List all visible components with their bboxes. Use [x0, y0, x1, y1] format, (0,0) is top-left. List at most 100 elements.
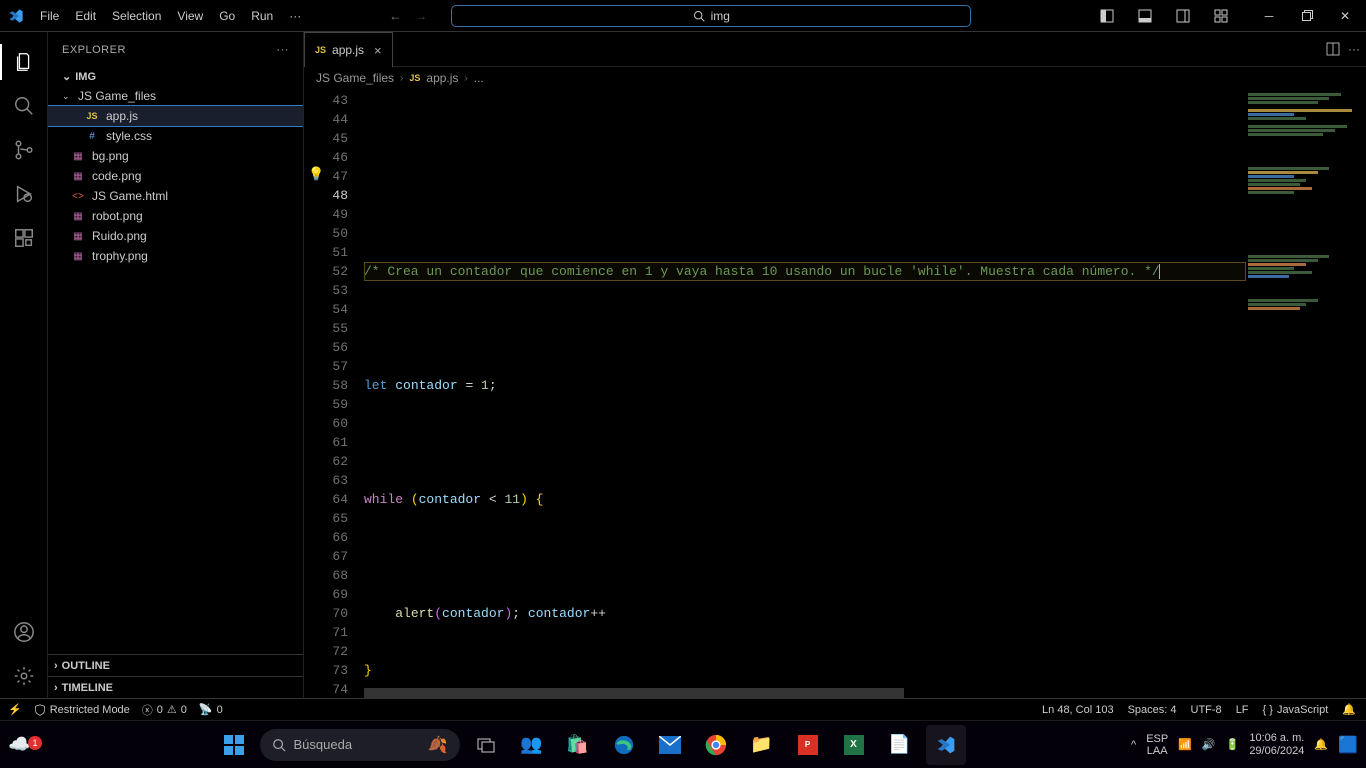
layout-customize-icon[interactable]: [1204, 0, 1238, 32]
explorer-more-icon[interactable]: ···: [277, 44, 290, 56]
breadcrumb-symbol[interactable]: ...: [474, 71, 484, 85]
command-center-search[interactable]: img: [451, 5, 971, 27]
file-tree: ⌄ JS Game_files JS app.js # style.css ▦ …: [48, 86, 303, 654]
notification-bell-icon[interactable]: 🔔: [1314, 738, 1328, 751]
minimap[interactable]: [1246, 89, 1366, 698]
titlebar: File Edit Selection View Go Run ··· ← → …: [0, 0, 1366, 32]
close-icon[interactable]: ✕: [1328, 0, 1362, 32]
timeline-section[interactable]: › TIMELINE: [48, 676, 303, 698]
nav-back-icon[interactable]: ←: [389, 9, 401, 23]
file-item-gamehtml[interactable]: <> JS Game.html: [48, 186, 303, 206]
outline-label: OUTLINE: [62, 660, 110, 672]
css-file-icon: #: [84, 128, 100, 144]
root-folder[interactable]: ⌄ IMG: [48, 67, 303, 86]
image-file-icon: ▦: [70, 168, 86, 184]
minimize-icon[interactable]: ─: [1252, 0, 1286, 32]
language-mode[interactable]: { }JavaScript: [1263, 704, 1329, 716]
battery-icon[interactable]: 🔋: [1226, 738, 1240, 751]
image-file-icon: ▦: [70, 208, 86, 224]
menu-view[interactable]: View: [169, 3, 211, 29]
edge-icon[interactable]: [604, 725, 644, 765]
weather-widget[interactable]: ☁️ 1: [8, 734, 48, 755]
indentation-status[interactable]: Spaces: 4: [1128, 704, 1177, 716]
folder-item[interactable]: ⌄ JS Game_files: [48, 86, 303, 106]
menu-go[interactable]: Go: [211, 3, 243, 29]
file-label: app.js: [106, 109, 138, 123]
horizontal-scrollbar[interactable]: [364, 688, 1246, 698]
settings-gear-icon[interactable]: [0, 654, 48, 698]
explorer-sidebar: EXPLORER ··· ⌄ IMG ⌄ JS Game_files JS ap…: [48, 32, 304, 698]
cursor-position[interactable]: Ln 48, Col 103: [1042, 704, 1114, 716]
pdf-icon[interactable]: P: [788, 725, 828, 765]
image-file-icon: ▦: [70, 248, 86, 264]
menu-file[interactable]: File: [32, 3, 67, 29]
layout-secondary-icon[interactable]: [1166, 0, 1200, 32]
explorer-folder-icon[interactable]: 📁: [742, 725, 782, 765]
source-control-icon[interactable]: [0, 128, 48, 172]
layout-primary-icon[interactable]: [1090, 0, 1124, 32]
tab-appjs[interactable]: JS app.js ×: [304, 32, 393, 67]
run-debug-icon[interactable]: [0, 172, 48, 216]
file-item-codepng[interactable]: ▦ code.png: [48, 166, 303, 186]
breadcrumb-folder[interactable]: JS Game_files: [316, 71, 394, 85]
file-item-appjs[interactable]: JS app.js: [48, 106, 303, 126]
clock[interactable]: 10:06 a. m.29/06/2024: [1249, 732, 1304, 758]
tray-chevron-icon[interactable]: ^: [1131, 739, 1136, 751]
file-item-robotpng[interactable]: ▦ robot.png: [48, 206, 303, 226]
nav-forward-icon[interactable]: →: [415, 9, 427, 23]
language-indicator[interactable]: ESPLAA: [1146, 733, 1168, 757]
lightbulb-icon[interactable]: 💡: [308, 167, 324, 182]
breadcrumb-file[interactable]: app.js: [426, 71, 458, 85]
explorer-icon[interactable]: [0, 40, 48, 84]
task-view-icon[interactable]: [466, 725, 506, 765]
wifi-icon[interactable]: 📶: [1178, 738, 1192, 751]
ports-status[interactable]: 📡0: [199, 703, 223, 716]
file-item-stylecss[interactable]: # style.css: [48, 126, 303, 146]
menu-run[interactable]: Run: [243, 3, 281, 29]
file-label: robot.png: [92, 209, 143, 223]
eol-status[interactable]: LF: [1236, 704, 1249, 716]
vscode-taskbar-icon[interactable]: [926, 725, 966, 765]
accounts-icon[interactable]: [0, 610, 48, 654]
copilot-icon[interactable]: 🟦: [1338, 735, 1358, 755]
search-icon[interactable]: [0, 84, 48, 128]
store-icon[interactable]: 🛍️: [558, 725, 598, 765]
excel-icon[interactable]: X: [834, 725, 874, 765]
chrome-icon[interactable]: [696, 725, 736, 765]
breadcrumb[interactable]: JS Game_files › JS app.js › ...: [304, 67, 1366, 89]
extensions-icon[interactable]: [0, 216, 48, 260]
split-editor-icon[interactable]: [1326, 42, 1340, 56]
file-label: style.css: [106, 129, 152, 143]
file-label: Ruido.png: [92, 229, 147, 243]
tab-close-icon[interactable]: ×: [374, 43, 382, 58]
mail-icon[interactable]: [650, 725, 690, 765]
timeline-label: TIMELINE: [62, 682, 113, 694]
js-file-icon: JS: [409, 73, 420, 83]
file-item-trophypng[interactable]: ▦ trophy.png: [48, 246, 303, 266]
more-actions-icon[interactable]: ···: [1348, 42, 1360, 56]
maximize-icon[interactable]: [1290, 0, 1324, 32]
notepad-icon[interactable]: 📄: [880, 725, 920, 765]
search-decoration-icon: 🍂: [428, 735, 448, 755]
menu-selection[interactable]: Selection: [104, 3, 169, 29]
teams-icon[interactable]: 👥: [512, 725, 552, 765]
menu-edit[interactable]: Edit: [67, 3, 104, 29]
remote-icon[interactable]: ⚡: [8, 703, 22, 716]
problems-status[interactable]: ⓧ0 ⚠0: [142, 702, 187, 718]
file-item-bgpng[interactable]: ▦ bg.png: [48, 146, 303, 166]
file-label: trophy.png: [92, 249, 148, 263]
scrollbar-thumb[interactable]: [364, 688, 904, 698]
layout-panel-icon[interactable]: [1128, 0, 1162, 32]
notifications-icon[interactable]: 🔔: [1342, 703, 1356, 716]
outline-section[interactable]: › OUTLINE: [48, 654, 303, 676]
file-item-ruidopng[interactable]: ▦ Ruido.png: [48, 226, 303, 246]
code-content[interactable]: /* Crea un contador que comience en 1 y …: [364, 89, 1246, 698]
start-button[interactable]: [214, 725, 254, 765]
menu-more[interactable]: ···: [281, 3, 309, 29]
taskbar-search-placeholder: Búsqueda: [294, 737, 353, 752]
encoding-status[interactable]: UTF-8: [1191, 704, 1222, 716]
code-editor[interactable]: 4344454647 48 49505152535455565758596061…: [304, 89, 1366, 698]
taskbar-search[interactable]: Búsqueda 🍂: [260, 729, 460, 761]
restricted-mode[interactable]: Restricted Mode: [34, 704, 130, 716]
volume-icon[interactable]: 🔊: [1202, 738, 1216, 751]
